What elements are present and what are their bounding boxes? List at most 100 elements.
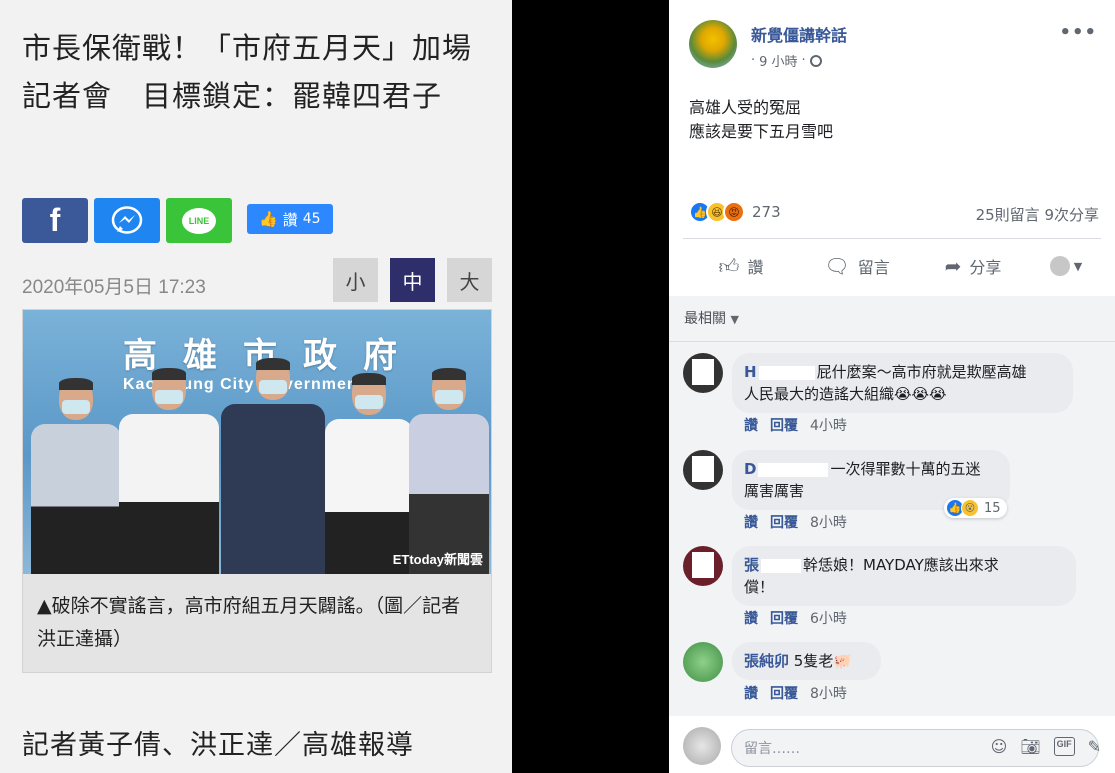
photo-caption: ▲破除不實謠言，高市府組五月天闢謠。（圖／記者洪正達攝） — [37, 595, 461, 650]
comment-item: H 屁什麼案～高市府就是欺壓高雄 人民最大的造謠大組織😭😭😭 讚 回覆 4小時 — [683, 353, 1103, 443]
comment-like-link[interactable]: 讚 — [744, 512, 758, 532]
comment-item: 張 幹恁娘！MAYDAY應該出來求 償！ 讚 回覆 6小時 — [683, 546, 1103, 628]
comment-text: 償！ — [744, 578, 775, 596]
comments-section: 最相關 ▼ H 屁什麼案～高市府就是欺壓高雄 人民最大的造謠大組織😭😭😭 讚 回覆… — [669, 296, 1115, 716]
font-size-switcher: 小 中 大 — [333, 258, 492, 302]
comment-time[interactable]: 8小時 — [810, 683, 847, 703]
photo-person — [221, 358, 325, 574]
comment-text: 幹恁娘！MAYDAY應該出來求 — [803, 556, 999, 574]
comment-like-link[interactable]: 讚 — [744, 683, 758, 703]
font-size-large-button[interactable]: 大 — [447, 258, 492, 302]
comment-like-link[interactable]: 讚 — [744, 415, 758, 435]
messenger-icon — [111, 205, 143, 234]
commenter-avatar[interactable] — [683, 546, 723, 586]
post-timestamp[interactable]: 9 小時 — [759, 51, 797, 70]
commenter-avatar[interactable] — [683, 450, 723, 490]
comment-reply-link[interactable]: 回覆 — [770, 683, 798, 703]
comment-time[interactable]: 4小時 — [810, 415, 847, 435]
facebook-icon: f — [49, 202, 61, 238]
article-like-button[interactable]: 👍 讚 45 — [247, 204, 333, 234]
wow-reaction-icon: 😮 — [961, 499, 979, 517]
comment-bubble: 張純卯 5隻老🐖 — [732, 642, 881, 680]
sticker-icon[interactable]: ✎ — [1088, 737, 1101, 756]
commenter-avatar[interactable] — [683, 353, 723, 393]
comment-text: 屁什麼案～高市府就是欺壓高雄 — [816, 363, 1027, 381]
post-action-bar: 👍︎ 讚 🗨︎ 留言 ➦ 分享 ▼ — [683, 244, 1101, 288]
more-options-icon[interactable]: ••• — [1059, 22, 1097, 43]
share-button[interactable]: ➦ 分享 — [915, 254, 1031, 278]
comment-button[interactable]: 🗨︎ 留言 — [799, 254, 915, 278]
redacted-name-block — [758, 365, 815, 380]
like-label: 讚 — [282, 210, 298, 229]
like-button-label: 讚 — [747, 258, 764, 277]
commenter-name[interactable]: 張純卯 — [744, 652, 789, 670]
comment-bubble: H 屁什麼案～高市府就是欺壓高雄 人民最大的造謠大組織😭😭😭 — [732, 353, 1073, 413]
identity-switcher[interactable]: ▼ — [1031, 256, 1101, 276]
facebook-share-button[interactable]: f — [22, 198, 88, 243]
comment-text: 厲害厲害 — [744, 482, 805, 500]
article-date: 2020年05月5日 17:23 — [22, 277, 206, 298]
post-body: 高雄人受的冤屈 應該是要下五月雪吧 — [689, 96, 833, 144]
comment-reply-link[interactable]: 回覆 — [770, 512, 798, 532]
gif-icon[interactable]: GIF — [1053, 737, 1075, 756]
post-body-line: 應該是要下五月雪吧 — [689, 122, 834, 141]
comment-text: 人民最大的造謠大組織😭😭😭 — [744, 385, 947, 403]
page-avatar[interactable] — [689, 20, 737, 68]
like-count: 45 — [302, 211, 321, 227]
font-size-medium-button[interactable]: 中 — [390, 258, 435, 302]
article-panel: 市長保衛戰！「市府五月天」加場記者會 目標鎖定：罷韓四君子 f LINE 👍 讚… — [0, 0, 512, 773]
emoji-icon[interactable]: ☺ — [991, 737, 1008, 756]
redacted-name-block — [761, 558, 802, 573]
font-size-small-button[interactable]: 小 — [333, 258, 378, 302]
comment-time[interactable]: 6小時 — [810, 608, 847, 628]
page-name-link[interactable]: 新覺僵講幹話 — [751, 22, 847, 46]
comment-actions: 讚 回覆 4小時 — [744, 415, 847, 435]
reaction-summary[interactable]: 👍 😆 😡 273 — [689, 201, 781, 223]
post-meta: · 9 小時 · — [751, 51, 822, 70]
comment-item: D 一次得罪數十萬的五迷 厲害厲害 👍 😮 15 讚 回覆 8小時 — [683, 450, 1103, 536]
article-photo-figure: 高雄市政府 Kaohsiung City Government ETtoday新… — [22, 309, 492, 673]
angry-reaction-icon: 😡 — [723, 201, 745, 223]
photo-person — [31, 378, 121, 574]
commenter-avatar[interactable] — [683, 642, 723, 682]
thumbs-up-icon: 👍 — [259, 210, 278, 228]
share-buttons: f LINE 👍 讚 45 — [22, 198, 333, 243]
commenter-name[interactable]: H — [744, 363, 757, 381]
redacted-name-block — [758, 462, 829, 477]
photo-watermark: ETtoday新聞雲 — [392, 552, 483, 567]
comment-like-link[interactable]: 讚 — [744, 608, 758, 628]
comment-reply-link[interactable]: 回覆 — [770, 608, 798, 628]
comment-time[interactable]: 8小時 — [810, 512, 847, 532]
comment-reaction-count: 15 — [984, 500, 1001, 516]
commenter-name[interactable]: 張 — [744, 556, 759, 574]
line-share-button[interactable]: LINE — [166, 198, 232, 243]
comment-reply-link[interactable]: 回覆 — [770, 415, 798, 435]
article-byline: 記者黃子倩、洪正達／高雄報導 — [22, 730, 414, 761]
comment-reaction-badge[interactable]: 👍 😮 15 — [944, 498, 1007, 518]
screenshot-root: 市長保衛戰！「市府五月天」加場記者會 目標鎖定：罷韓四君子 f LINE 👍 讚… — [0, 0, 1115, 773]
chevron-down-icon: ▼ — [1073, 259, 1083, 273]
like-button[interactable]: 👍︎ 讚 — [683, 254, 799, 279]
messenger-share-button[interactable] — [94, 198, 160, 243]
comment-actions: 讚 回覆 6小時 — [744, 608, 847, 628]
reply-composer: 留言…… ☺ 📷︎ GIF ✎ — [669, 717, 1115, 773]
line-icon: LINE — [182, 207, 216, 234]
commenter-name[interactable]: D — [744, 460, 756, 478]
user-avatar-small — [1049, 256, 1070, 276]
camera-icon[interactable]: 📷︎ — [1020, 737, 1040, 756]
comment-actions: 讚 回覆 8小時 — [744, 512, 847, 532]
current-user-avatar — [683, 727, 721, 765]
black-divider — [512, 0, 669, 773]
comment-text: 一次得罪數十萬的五迷 — [830, 460, 981, 478]
sort-label: 最相關 — [684, 311, 726, 327]
comment-item: 張純卯 5隻老🐖 讚 回覆 8小時 — [683, 642, 1103, 702]
press-conference-photo[interactable]: 高雄市政府 Kaohsiung City Government ETtoday新… — [23, 310, 491, 574]
photo-person — [119, 368, 219, 574]
comment-text: 5隻老🐖 — [793, 652, 853, 670]
comment-sort-dropdown[interactable]: 最相關 ▼ — [684, 308, 739, 328]
comment-button-label: 留言 — [857, 258, 890, 277]
comment-share-count[interactable]: 25則留言 9次分享 — [976, 204, 1099, 225]
divider — [683, 238, 1101, 239]
photo-person — [325, 373, 413, 574]
chevron-down-icon: ▼ — [730, 313, 739, 326]
